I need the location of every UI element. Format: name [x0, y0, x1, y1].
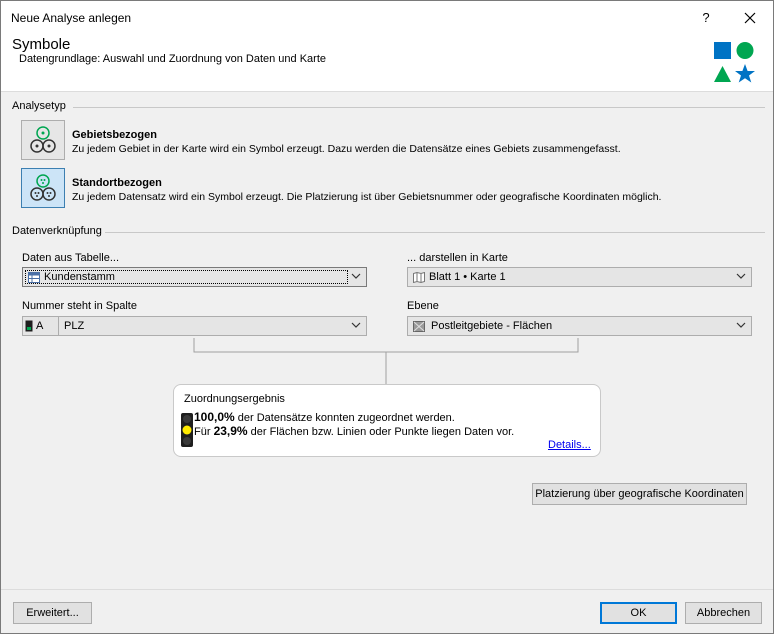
page-subtitle: Datengrundlage: Auswahl und Zuordnung vo…	[19, 53, 326, 65]
header-panel: Symbole Datengrundlage: Auswahl und Zuor…	[1, 33, 773, 92]
result-title: Zuordnungsergebnis	[184, 393, 285, 405]
table-select[interactable]: Kundenstamm	[22, 267, 367, 287]
result-line-1: 100,0% der Datensätze konnten zugeordnet…	[194, 410, 455, 424]
footer-divider	[1, 589, 773, 590]
layer-select[interactable]: Postleitgebiete - Flächen	[407, 316, 752, 336]
column-divider	[58, 317, 59, 335]
option-standortbezogen[interactable]: Standortbezogen Zu jedem Datensatz wird …	[21, 168, 701, 212]
option-gebietsbezogen[interactable]: Gebietsbezogen Zu jedem Gebiet in der Ka…	[21, 120, 661, 164]
result-line-2-prefix: Für	[194, 426, 214, 438]
focus-rect	[25, 270, 348, 284]
table-label: Daten aus Tabelle...	[22, 252, 120, 264]
close-button[interactable]	[733, 5, 767, 31]
location-symbols-icon	[30, 174, 56, 201]
details-link[interactable]: Details...	[548, 439, 591, 451]
layer-label: Ebene	[407, 300, 439, 312]
column-select[interactable]: A PLZ	[22, 316, 367, 336]
map-label: ... darstellen in Karte	[407, 252, 508, 264]
page-title: Symbole	[12, 36, 71, 53]
chevron-down-icon	[736, 273, 746, 279]
traffic-light-icon	[181, 413, 193, 447]
coverage-percent: 23,9%	[213, 424, 248, 438]
chevron-down-icon	[351, 322, 361, 328]
help-button[interactable]: ?	[693, 5, 719, 31]
result-panel: Zuordnungsergebnis 100,0% der Datensätze…	[173, 384, 601, 457]
dialog-window: Neue Analyse anlegen ? Symbole Datengrun…	[0, 0, 774, 634]
result-line-2-text: der Flächen bzw. Linien oder Punkte lieg…	[247, 426, 515, 438]
option-description: Zu jedem Datensatz wird ein Symbol erzeu…	[72, 191, 662, 203]
section-analysetyp-label: Analysetyp	[12, 100, 66, 112]
gebietsbezogen-option-icon[interactable]	[21, 120, 65, 160]
option-title: Gebietsbezogen	[72, 129, 157, 141]
circle-icon	[736, 42, 754, 59]
square-icon	[714, 42, 731, 59]
area-symbols-icon	[30, 126, 56, 153]
area-layer-icon	[413, 321, 425, 332]
section-datenverknuepfung-label: Datenverknüpfung	[12, 225, 102, 237]
symbols-logo-icon	[714, 42, 755, 83]
option-description: Zu jedem Gebiet in der Karte wird ein Sy…	[72, 143, 621, 155]
column-select-value: PLZ	[64, 320, 85, 332]
chevron-down-icon	[351, 273, 361, 279]
window-title: Neue Analyse anlegen	[11, 11, 132, 25]
section-divider	[105, 232, 765, 233]
cancel-button[interactable]: Abbrechen	[685, 602, 762, 624]
column-label: Nummer steht in Spalte	[22, 300, 137, 312]
star-icon	[735, 64, 755, 83]
column-type-icon	[25, 320, 33, 332]
result-line-2: Für 23,9% der Flächen bzw. Linien oder P…	[194, 424, 514, 438]
result-line-1-text: der Datensätze konnten zugeordnet werden…	[234, 412, 455, 424]
triangle-icon	[714, 66, 731, 82]
title-bar: Neue Analyse anlegen ?	[1, 1, 773, 33]
assigned-percent: 100,0%	[194, 410, 235, 424]
map-select[interactable]: Blatt 1 • Karte 1	[407, 267, 752, 287]
connector-bracket	[193, 338, 579, 384]
close-icon	[744, 12, 756, 24]
standortbezogen-option-icon[interactable]	[21, 168, 65, 208]
column-letter: A	[36, 320, 44, 332]
map-icon	[413, 272, 425, 283]
advanced-button[interactable]: Erweitert...	[13, 602, 92, 624]
layer-select-value: Postleitgebiete - Flächen	[431, 320, 553, 332]
geo-coordinates-button[interactable]: Platzierung über geografische Koordinate…	[532, 483, 747, 505]
ok-button[interactable]: OK	[600, 602, 677, 624]
map-select-value: Blatt 1 • Karte 1	[429, 271, 506, 283]
option-title: Standortbezogen	[72, 177, 162, 189]
section-divider	[73, 107, 765, 108]
chevron-down-icon	[736, 322, 746, 328]
